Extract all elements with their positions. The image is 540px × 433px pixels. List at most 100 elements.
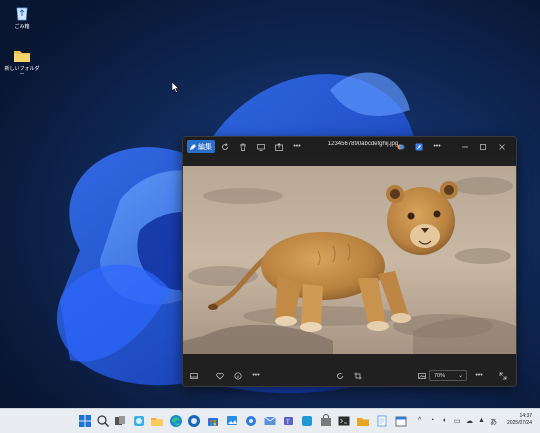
favorite-icon [216,372,224,379]
chevron-down-icon: ⌄ [457,373,463,379]
photos-taskbar-button[interactable] [225,414,239,428]
more-icon: ••• [433,143,441,150]
folder-icon [357,418,369,426]
clock-time: 14:37 [519,413,532,419]
copilot-icon [397,144,405,149]
more-button[interactable]: ••• [431,140,443,153]
filmstrip-button[interactable] [188,369,200,382]
rotate-button[interactable] [334,369,346,382]
notepad-icon [377,415,387,427]
edge-dev-button[interactable] [187,414,201,428]
info-icon [234,371,242,380]
share-icon [275,142,283,151]
task-view-icon [115,416,125,425]
fullscreen-button[interactable] [497,369,509,382]
desktop-icon-label: ごみ箱 [14,24,30,30]
filmstrip-icon [190,372,198,379]
search-icon [97,415,109,427]
more-button[interactable]: ••• [473,369,485,382]
edit-button[interactable]: 編集 [187,140,215,153]
rotate-button[interactable] [219,140,231,153]
file-explorer-button[interactable] [150,414,164,428]
info-button[interactable] [232,369,244,382]
settings-button[interactable] [244,414,258,428]
crop-button[interactable] [352,369,364,382]
edit-label: 編集 [198,143,212,151]
store-bag-icon [321,414,331,426]
rotate-icon [222,142,228,150]
teams-button[interactable]: T [282,414,296,428]
edge-icon [170,415,182,427]
settings-icon [246,416,256,426]
ime-icon[interactable]: あ [490,417,497,427]
start-icon [79,415,91,427]
app-button[interactable] [300,414,314,428]
minimize-button[interactable] [459,140,471,153]
zoom-select[interactable]: 70% ⌄ [429,370,467,381]
start-button[interactable] [78,414,92,428]
photos-toolbar: 編集 ••• 1234567890abcdefghij.jpg ••• [183,137,516,156]
paint-button[interactable] [413,140,425,153]
terminal-button[interactable] [337,414,351,428]
more-button[interactable]: ••• [250,369,262,382]
fit-icon [418,372,426,379]
slideshow-icon [257,143,265,151]
delete-icon [240,143,246,151]
mouse-cursor-icon [172,82,180,93]
delete-button[interactable] [237,140,249,153]
file-explorer-icon [151,418,163,426]
clock[interactable]: 14:37 2025/07/24 [507,413,532,427]
close-button[interactable] [496,140,508,153]
more-button[interactable]: ••• [291,140,303,153]
folder-button[interactable] [356,414,370,428]
task-view-button[interactable] [113,414,127,428]
calendar-icon [395,416,407,427]
store-icon [208,418,218,426]
taskbar: T ^ ◔ ◖ ▭ ☁ ▲ あ 14:37 2025/07/24 [0,408,540,433]
edge-button[interactable] [169,414,183,428]
zoom-value: 70% [434,372,446,379]
close-icon [499,143,505,150]
wifi-icon[interactable]: ◔ [430,417,434,424]
recycle-bin-icon [13,4,31,22]
fullscreen-icon [499,372,507,379]
photo-image [183,166,516,354]
notepad-button[interactable] [375,414,389,428]
desktop-icon-new-folder[interactable]: 新しいフォルダー [4,46,40,78]
volume-icon[interactable]: ◖ [442,417,446,424]
mail-button[interactable] [263,414,277,428]
search-button[interactable] [96,414,110,428]
widgets-button[interactable] [132,414,146,428]
maximize-icon [480,143,486,150]
crop-icon [354,372,362,379]
app-icon [302,416,312,426]
photos-window[interactable]: 編集 ••• 1234567890abcdefghij.jpg ••• ••• … [182,136,517,387]
paint-icon [415,143,423,150]
clock-date: 2025/07/24 [506,420,532,426]
rotate-icon [337,372,343,379]
favorite-button[interactable] [214,369,226,382]
more-icon: ••• [293,143,301,150]
edit-icon [190,143,196,150]
desktop-icon-recycle-bin[interactable]: ごみ箱 [4,4,40,30]
minimize-icon [462,146,468,147]
terminal-icon [338,416,350,426]
mail-icon [264,416,276,425]
folder-icon [13,46,31,64]
chevron-up-icon[interactable]: ^ [418,417,421,424]
app-button[interactable] [319,414,333,428]
edge-dev-icon [188,415,200,427]
widgets-icon [134,416,144,426]
photos-icon [227,416,237,425]
calendar-button[interactable] [394,414,408,428]
network-icon[interactable]: ▲ [478,417,485,424]
teams-icon: T [284,417,293,426]
battery-icon[interactable]: ▭ [454,417,461,425]
cloud-icon[interactable]: ☁ [466,417,473,425]
fit-button[interactable] [416,369,428,382]
share-button[interactable] [273,140,285,153]
store-button[interactable] [206,414,220,428]
copilot-button[interactable] [395,140,407,153]
maximize-button[interactable] [477,140,489,153]
slideshow-button[interactable] [255,140,267,153]
